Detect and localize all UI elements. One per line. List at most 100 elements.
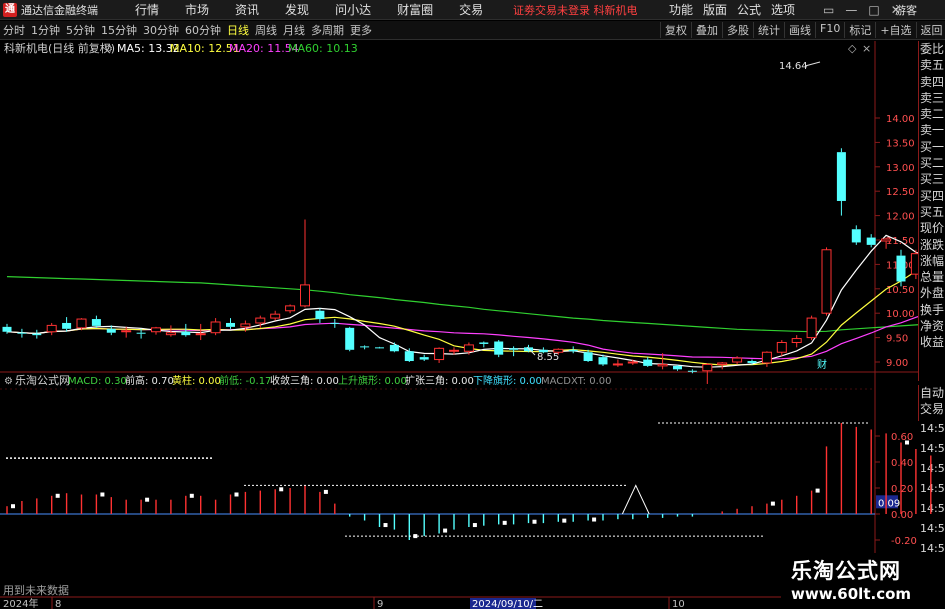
macd-dot <box>234 492 239 497</box>
trade-time: 14:56 <box>920 422 945 435</box>
right-menu: 功能 版面 公式 选项 <box>664 1 800 18</box>
macd-tick-label: -0.20 <box>891 536 917 547</box>
quote-field-4: 卖二 <box>920 107 945 122</box>
time-axis: 2024年 8 9 2024/09/10/二 10 <box>0 596 875 609</box>
tool-button-3[interactable]: 统计 <box>753 22 784 38</box>
menu-item-1[interactable]: 市场 <box>172 1 222 18</box>
window-controls: ▭ — □ ✕ <box>823 3 901 17</box>
watermark-title: 乐淘公式网 <box>791 559 901 583</box>
candle <box>389 342 399 353</box>
ma60-line <box>6 276 945 333</box>
candle <box>300 219 310 308</box>
diamond-icon[interactable]: ◇ <box>848 42 857 55</box>
menu-item-0[interactable]: 行情 <box>122 1 172 18</box>
indicator-value-2: 黄柱: 0.00 <box>172 374 221 387</box>
indicator-values: MACD: 0.30前高: 0.70黄柱: 0.00前低: -0.17收敛三角:… <box>68 374 611 387</box>
settings-gear-icon[interactable]: ⚙ <box>104 44 113 55</box>
quote-field-15: 外盘 <box>920 286 945 301</box>
candle <box>360 345 370 350</box>
tool-button-0[interactable]: 复权 <box>660 22 691 38</box>
tool-button-1[interactable]: 叠加 <box>691 22 722 38</box>
low-label: 8.55 <box>537 352 559 363</box>
macd-dot <box>189 493 194 498</box>
quote-field-6: 买一 <box>920 139 945 154</box>
menu-item-4[interactable]: 问小达 <box>322 1 384 18</box>
tool-button-6[interactable]: 标记 <box>844 22 875 38</box>
quote-field-9: 买四 <box>920 188 945 203</box>
candle <box>315 308 325 323</box>
maximize-icon[interactable]: □ <box>868 3 879 17</box>
candle <box>866 234 876 248</box>
period-tab-9[interactable]: 多周期 <box>308 22 347 38</box>
quote-field-5: 卖一 <box>920 123 945 138</box>
candle <box>62 317 72 332</box>
period-tab-1[interactable]: 1分钟 <box>28 22 63 38</box>
minimize-icon[interactable]: — <box>845 3 857 17</box>
menu-item-3[interactable]: 发现 <box>272 1 322 18</box>
period-tab-8[interactable]: 月线 <box>280 22 308 38</box>
right-menu-item-0[interactable]: 功能 <box>664 1 698 18</box>
menu-item-6[interactable]: 交易 <box>446 1 496 18</box>
macd-dot <box>502 520 507 525</box>
ma10-line <box>6 253 945 366</box>
candle <box>226 318 235 329</box>
macd-histogram <box>0 422 932 540</box>
tool-button-2[interactable]: 多股 <box>722 22 753 38</box>
macd-dot <box>383 523 388 528</box>
high-annotation: 14.64 <box>779 61 821 72</box>
tool-button-7[interactable]: +自选 <box>875 22 915 38</box>
macd-dot <box>815 488 820 493</box>
candle <box>791 335 802 348</box>
time-axis-year: 2024年 <box>3 597 38 609</box>
period-tab-2[interactable]: 5分钟 <box>63 22 98 38</box>
right-menu-item-3[interactable]: 选项 <box>766 1 800 18</box>
kline-chart[interactable]: 科新机电(日线 前复权) ⚙ MA5: 13.32 MA10: 12.51 MA… <box>0 41 945 609</box>
high-label: 14.64 <box>779 61 808 72</box>
period-tab-0[interactable]: 分时 <box>0 22 28 38</box>
candle <box>375 346 384 349</box>
quote-field-14: 总量 <box>920 270 945 285</box>
macd-tick-label: 0.40 <box>891 458 913 469</box>
period-tab-5[interactable]: 60分钟 <box>182 22 224 38</box>
title-bar: 通 通达信金融终端 行情 市场 资讯 发现 问小达 财富圈 交易 证劵交易未登录 科新机电 … <box>0 0 945 20</box>
indicator-gear-icon[interactable]: ⚙ <box>4 376 13 387</box>
macd-dot <box>905 440 909 445</box>
site-watermark: 乐淘公式网 www.60lt.com <box>781 553 945 609</box>
candle <box>32 329 42 339</box>
right-menu-item-1[interactable]: 版面 <box>698 1 732 18</box>
period-tab-4[interactable]: 30分钟 <box>140 22 182 38</box>
quote-field-16: 换手 <box>920 302 945 317</box>
indicator-value-7: 下降旗形: 0.00 <box>473 374 542 387</box>
period-tab-10[interactable]: 更多 <box>347 22 375 38</box>
candle <box>612 359 623 367</box>
tool-button-5[interactable]: F10 <box>815 22 844 38</box>
macd-dot <box>592 517 597 522</box>
menu-item-2[interactable]: 资讯 <box>222 1 272 18</box>
trade-time: 14:56 <box>920 462 945 475</box>
financial-event-marker[interactable]: 财 <box>817 358 827 371</box>
auto-trade-label-0: 自动 <box>920 386 945 400</box>
tool-button-4[interactable]: 画线 <box>784 22 815 38</box>
menu-item-5[interactable]: 财富圈 <box>384 1 446 18</box>
macd-tick-label: 0.20 <box>891 484 913 495</box>
quote-field-12: 涨跌 <box>920 237 945 252</box>
auto-trade-panel[interactable]: 自动 交易 <box>918 385 945 421</box>
period-tab-3[interactable]: 15分钟 <box>98 22 140 38</box>
close-icon[interactable]: × <box>862 42 871 55</box>
tool-button-8[interactable]: 返回 <box>915 22 945 38</box>
right-menu-item-2[interactable]: 公式 <box>732 1 766 18</box>
window-mode-icon[interactable]: ▭ <box>823 3 834 17</box>
macd-dot <box>532 519 537 524</box>
candle <box>151 326 161 335</box>
macd-dot <box>100 492 105 497</box>
guest-label[interactable]: 游客 <box>895 2 917 18</box>
indicator-value-6: 扩张三角: 0.00 <box>405 374 474 387</box>
period-tab-7[interactable]: 周线 <box>252 22 280 38</box>
trade-time: 14:56 <box>920 522 945 535</box>
period-tab-6[interactable]: 日线 <box>224 22 252 38</box>
candle <box>419 354 429 362</box>
candle <box>896 249 906 287</box>
macd-dot <box>279 487 284 492</box>
quote-field-8: 买三 <box>920 172 945 187</box>
quote-field-1: 卖五 <box>920 58 945 73</box>
